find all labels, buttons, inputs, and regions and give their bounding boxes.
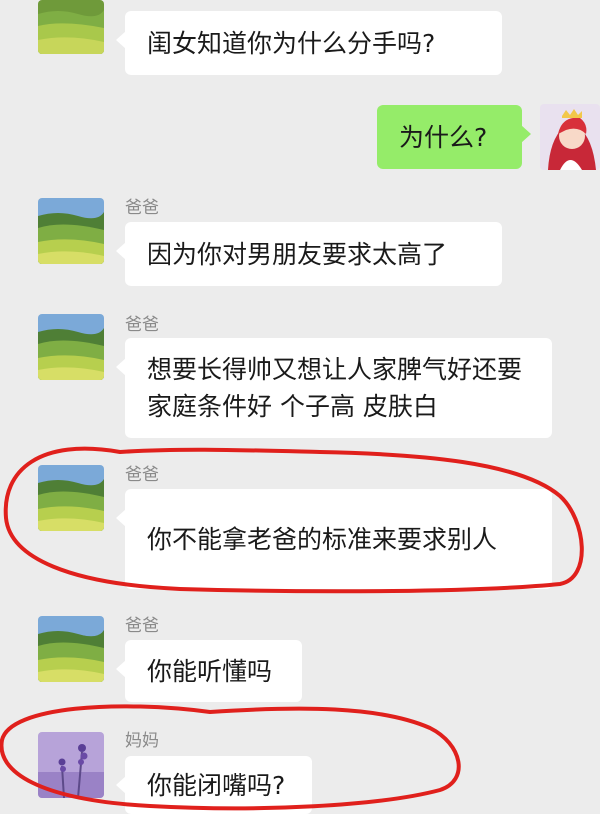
landscape-icon[interactable] [38, 198, 104, 264]
message-bubble[interactable]: 想要长得帅又想让人家脾气好还要家庭条件好 个子高 皮肤白 [116, 338, 552, 438]
message-text: 为什么? [399, 122, 488, 152]
message-bubble[interactable]: 因为你对男朋友要求太高了 [116, 222, 502, 286]
message-bubble[interactable]: 你能听懂吗 [116, 640, 302, 702]
landscape-icon[interactable] [38, 465, 104, 531]
message-bubble[interactable]: 你不能拿老爸的标准来要求别人 [116, 489, 552, 589]
sender-name: 爸爸 [125, 616, 159, 636]
message-bubble[interactable]: 你能闭嘴吗? [116, 756, 312, 814]
landscape-icon[interactable] [38, 0, 104, 54]
message-bubble[interactable]: 闺女知道你为什么分手吗? [116, 11, 502, 75]
sender-name: 爸爸 [125, 315, 159, 335]
message-text: 你不能拿老爸的标准来要求别人 [147, 524, 498, 554]
princess-icon[interactable] [540, 104, 600, 170]
lavender-icon[interactable] [38, 732, 104, 798]
landscape-icon[interactable] [38, 616, 104, 682]
message-text: 你能听懂吗 [147, 656, 273, 686]
sender-name: 爸爸 [125, 198, 159, 218]
landscape-icon[interactable] [38, 314, 104, 380]
message-text: 闺女知道你为什么分手吗? [147, 28, 436, 58]
message-bubble[interactable]: 为什么? [377, 105, 531, 169]
sender-name: 妈妈 [125, 731, 159, 751]
message-text: 想要长得帅又想让人家脾气好还要家庭条件好 个子高 皮肤白 [147, 355, 523, 421]
message-text: 因为你对男朋友要求太高了 [147, 239, 448, 269]
message-text: 你能闭嘴吗? [147, 770, 286, 800]
sender-name: 爸爸 [125, 465, 159, 485]
